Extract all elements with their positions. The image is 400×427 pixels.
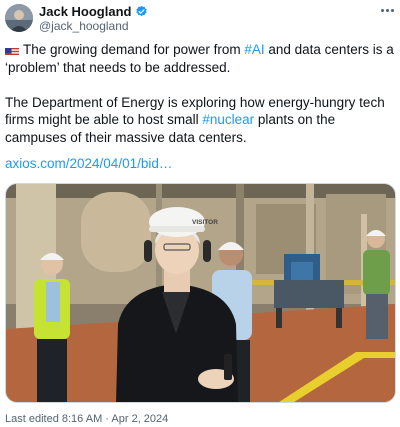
author-avatar[interactable] <box>5 4 33 32</box>
article-link[interactable]: axios.com/2024/04/01/bid… <box>5 156 172 171</box>
tweet-card: Jack Hoogland @jack_hoogland The growing… <box>0 0 400 427</box>
tweet-photo[interactable]: VISITOR <box>5 183 396 403</box>
author-handle[interactable]: @jack_hoogland <box>39 19 129 33</box>
hard-hat-label: VISITOR <box>192 219 218 226</box>
hashtag-nuclear-link[interactable]: #nuclear <box>202 112 254 127</box>
more-options-icon[interactable] <box>378 2 396 18</box>
author-name[interactable]: Jack Hoogland <box>39 4 131 19</box>
tweet-paragraph-2: The Department of Energy is exploring ho… <box>5 94 395 147</box>
author-name-row: Jack Hoogland <box>39 4 148 19</box>
edited-timestamp[interactable]: Last edited 8:16 AM · Apr 2, 2024 <box>5 413 168 425</box>
us-flag-icon <box>5 45 19 55</box>
verified-badge-icon <box>136 5 148 17</box>
tweet-line1-before: The growing demand for power from <box>23 42 245 57</box>
tweet-paragraph-1: The growing demand for power from #AI an… <box>5 41 395 76</box>
hashtag-ai-link[interactable]: #AI <box>244 42 264 57</box>
tweet-text: The growing demand for power from #AI an… <box>5 41 395 146</box>
